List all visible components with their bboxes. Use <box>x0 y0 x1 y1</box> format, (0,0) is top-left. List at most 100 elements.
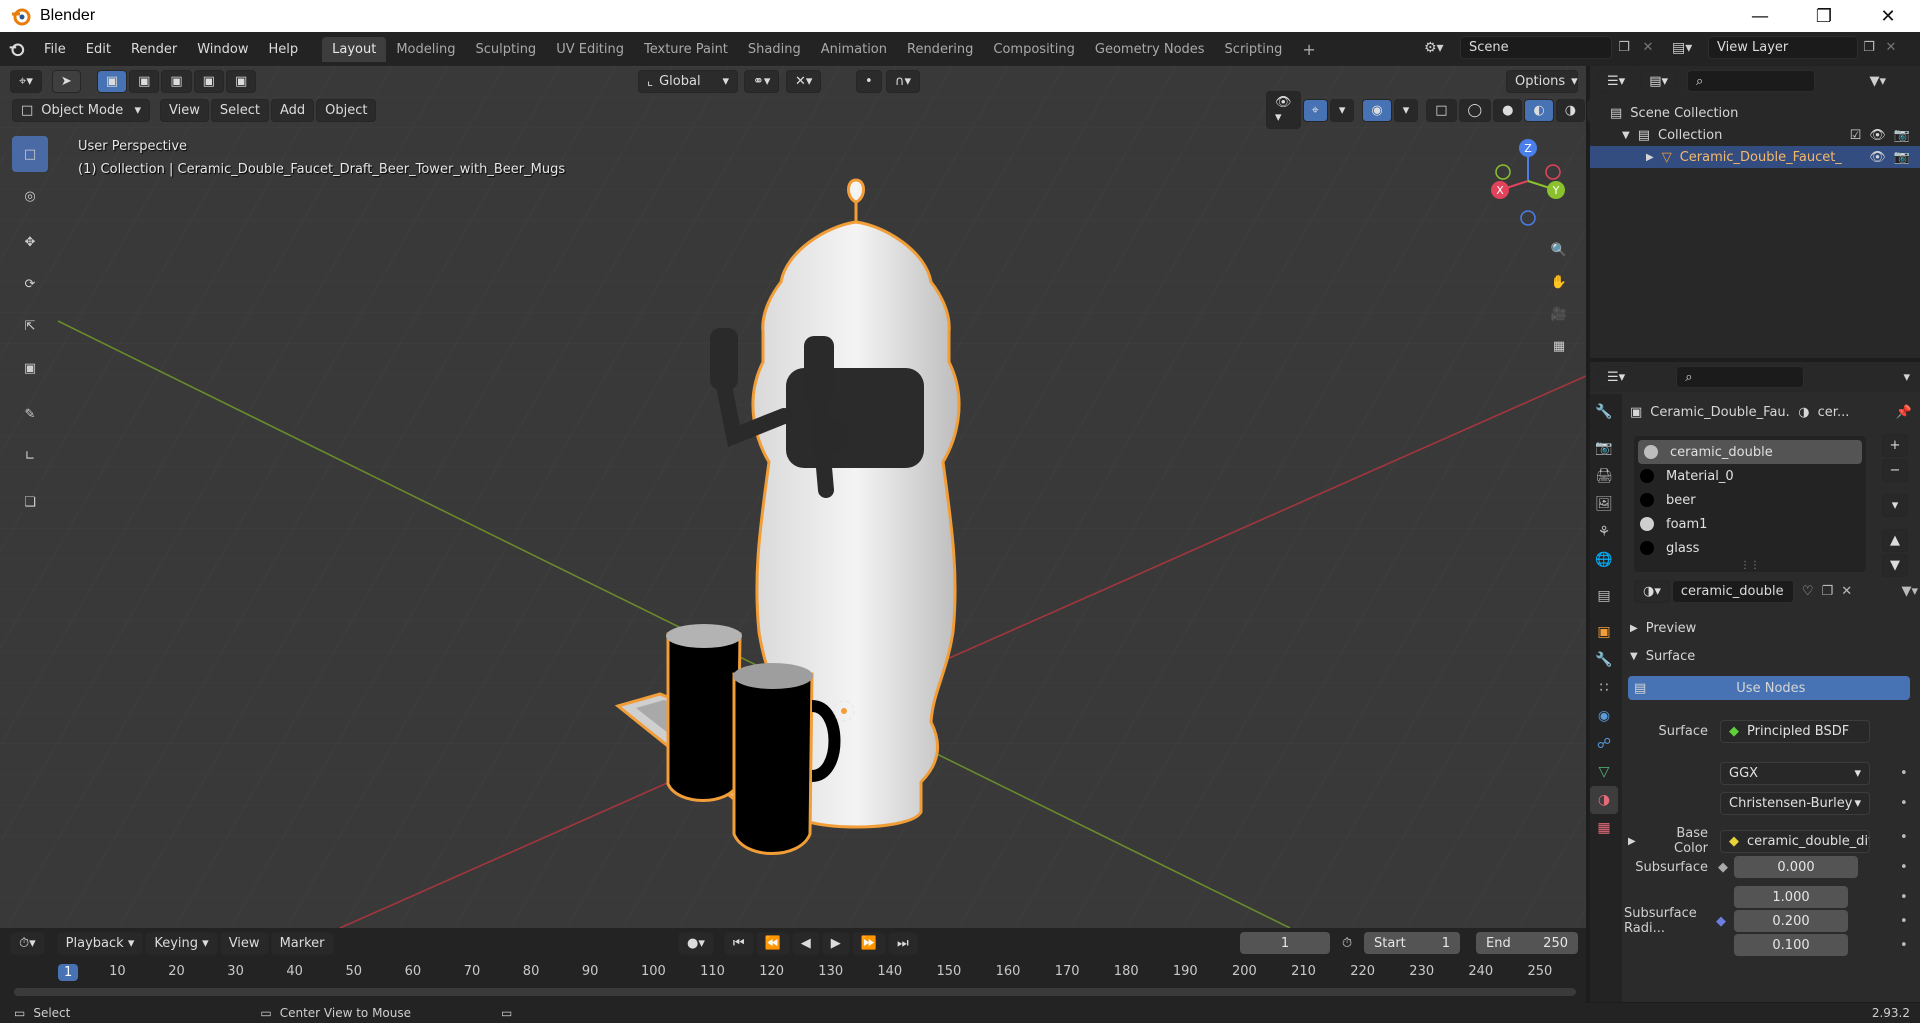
outliner-scene-collection[interactable]: ▤ Scene Collection <box>1590 102 1920 124</box>
delete-view-layer-icon[interactable]: ✕ <box>1880 40 1902 55</box>
tool-tab-icon[interactable]: 🔧 <box>1590 398 1618 426</box>
material-slot[interactable]: ceramic_double <box>1638 440 1862 464</box>
transform-tool-icon[interactable]: ▣ <box>12 350 48 386</box>
close-icon[interactable]: ✕ <box>1856 0 1920 32</box>
modifier-tab-icon[interactable]: 🔧 <box>1590 646 1618 674</box>
move-slot-up-icon[interactable]: ▲ <box>1882 529 1908 552</box>
minimize-icon[interactable]: — <box>1728 0 1792 32</box>
view-layer-icon[interactable]: ▤▾ <box>1672 40 1708 56</box>
material-name-field[interactable]: ceramic_double <box>1671 579 1794 603</box>
new-scene-icon[interactable]: ❐ <box>1612 40 1636 55</box>
jump-end-icon[interactable]: ⏭ <box>887 931 918 955</box>
tab-geometry-nodes[interactable]: Geometry Nodes <box>1085 37 1215 62</box>
proportional-edit-icon[interactable]: • <box>856 69 882 93</box>
timeline-editor-icon[interactable]: ⏱▾ <box>10 931 45 955</box>
keyframe-dot-icon[interactable]: • <box>1900 796 1908 811</box>
pivot-point-icon[interactable]: ⚭▾ <box>744 69 780 93</box>
zoom-icon[interactable]: 🔍 <box>1544 234 1574 266</box>
menu-help[interactable]: Help <box>259 42 309 57</box>
surface-panel-header[interactable]: ▼ Surface <box>1630 644 1695 668</box>
xray-icon[interactable]: □ <box>1426 98 1457 122</box>
blender-menu-icon[interactable] <box>0 40 34 58</box>
particles-tab-icon[interactable]: ∷ <box>1590 674 1618 702</box>
select-box-tool-icon[interactable]: □ <box>12 136 48 172</box>
remove-slot-icon[interactable]: − <box>1882 459 1908 482</box>
surface-shader-field[interactable]: ◆ Principled BSDF <box>1720 720 1870 743</box>
outliner-object-row[interactable]: ▶ ▽ Ceramic_Double_Faucet_ 👁 📷 <box>1590 146 1920 168</box>
rotate-tool-icon[interactable]: ⟳ <box>12 266 48 302</box>
render-camera-icon[interactable]: 📷 <box>1894 150 1910 165</box>
solid-shading-icon[interactable]: ● <box>1493 98 1523 122</box>
constraints-tab-icon[interactable]: ☍ <box>1590 730 1618 758</box>
outliner-search-input[interactable]: ⌕ <box>1687 70 1815 92</box>
fake-user-icon[interactable]: ♡ <box>1802 584 1814 599</box>
new-view-layer-icon[interactable]: ❐ <box>1858 40 1880 55</box>
play-reverse-icon[interactable]: ◀ <box>791 931 820 955</box>
cursor-tool-icon[interactable]: ◎ <box>12 178 48 214</box>
physics-tab-icon[interactable]: ◉ <box>1590 702 1618 730</box>
resize-handle-icon[interactable]: ⋮⋮ <box>1634 560 1866 571</box>
material-tab-icon[interactable]: ◑ <box>1590 786 1618 814</box>
current-frame-field[interactable]: 1 <box>1240 932 1330 954</box>
menu-file[interactable]: File <box>34 42 76 57</box>
output-tab-icon[interactable]: 🖨 <box>1590 462 1618 490</box>
tab-compositing[interactable]: Compositing <box>983 37 1085 62</box>
frame-ruler[interactable]: 1 10 20 30 40 50 60 70 80 90 100 110 120 130 140 150 160… <box>0 964 1586 986</box>
select-extend-icon[interactable]: ▣ <box>129 69 160 93</box>
expand-arrow-icon[interactable]: ▶ <box>1628 836 1644 847</box>
timeline-scrollbar[interactable] <box>14 988 1576 996</box>
options-dropdown[interactable]: Options ▾ <box>1506 69 1578 93</box>
tab-uv-editing[interactable]: UV Editing <box>546 37 634 62</box>
expand-arrow-icon[interactable]: ▼ <box>1622 130 1630 141</box>
viewport-menu-add[interactable]: Add <box>270 98 315 122</box>
display-mode-icon[interactable]: ▤▾ <box>1640 69 1677 93</box>
material-slot[interactable]: foam1 <box>1634 512 1866 536</box>
preview-panel-header[interactable]: ▶ Preview <box>1630 616 1696 640</box>
overlay-dropdown-icon[interactable]: ▾ <box>1393 98 1419 122</box>
tab-scripting[interactable]: Scripting <box>1215 37 1293 62</box>
tab-modeling[interactable]: Modeling <box>386 37 465 62</box>
tab-rendering[interactable]: Rendering <box>897 37 983 62</box>
material-filter-icon[interactable]: ▼▾ <box>1901 584 1918 599</box>
filter-icon[interactable]: ▼▾ <box>1869 74 1886 89</box>
material-preview-shading-icon[interactable]: ◐ <box>1524 98 1554 122</box>
object-mode-dropdown[interactable]: □ Object Mode ▾ <box>12 98 150 122</box>
stopwatch-icon[interactable]: ⏱ <box>1342 936 1352 951</box>
material-slot[interactable]: glass <box>1634 536 1866 560</box>
play-icon[interactable]: ▶ <box>821 931 850 955</box>
select-tool-icon[interactable]: ➤ <box>51 69 81 93</box>
world-tab-icon[interactable]: 🌐 <box>1590 546 1618 574</box>
render-tab-icon[interactable]: 📷 <box>1590 434 1618 462</box>
base-color-field[interactable]: ◆ ceramic_double_diff... <box>1720 829 1870 853</box>
navigation-gizmo[interactable]: Z X Y <box>1488 136 1568 226</box>
select-new-icon[interactable]: ▣ <box>96 69 128 93</box>
view-layer-field[interactable]: View Layer <box>1708 36 1858 59</box>
scale-tool-icon[interactable]: ⇱ <box>12 308 48 344</box>
menu-window[interactable]: Window <box>187 42 258 57</box>
keyframe-dot-icon[interactable]: • <box>1900 914 1908 929</box>
properties-search-input[interactable]: ⌕ <box>1676 366 1805 388</box>
visibility-eye-icon[interactable]: 👁 <box>1869 150 1886 165</box>
keyframe-dot-icon[interactable]: • <box>1900 830 1908 845</box>
viewport-menu-select[interactable]: Select <box>210 98 269 122</box>
data-tab-icon[interactable]: ▽ <box>1590 758 1618 786</box>
keyframe-dot-icon[interactable]: • <box>1900 938 1908 953</box>
playback-menu[interactable]: Playback ▾ <box>56 931 144 955</box>
visibility-icon[interactable]: 👁▾ <box>1266 91 1301 129</box>
pin-icon[interactable]: 📌 <box>1896 405 1912 420</box>
subsurface-value-field[interactable]: 0.000 <box>1734 856 1858 878</box>
scene-tab-icon[interactable]: ⚘ <box>1590 518 1618 546</box>
viewport-menu-object[interactable]: Object <box>316 98 377 122</box>
annotate-tool-icon[interactable]: ✎ <box>12 396 48 432</box>
add-workspace-icon[interactable]: + <box>1292 35 1325 64</box>
select-subtract-icon[interactable]: ▣ <box>161 69 192 93</box>
gizmo-dropdown-icon[interactable]: ▾ <box>1329 98 1355 122</box>
gizmo-toggle-icon[interactable]: ⌖ <box>1302 98 1328 122</box>
measure-tool-icon[interactable]: ∟ <box>12 438 48 474</box>
jump-start-icon[interactable]: ⏮ <box>723 931 754 955</box>
properties-editor-icon[interactable]: ☰▾ <box>1598 365 1635 389</box>
camera-view-icon[interactable]: 🎥 <box>1544 298 1574 330</box>
outliner-collection[interactable]: ▼ ▤ Collection ☑ 👁 📷 <box>1590 124 1920 146</box>
viewport-menu-view[interactable]: View <box>160 98 209 122</box>
timeline-view-menu[interactable]: View <box>219 931 269 955</box>
